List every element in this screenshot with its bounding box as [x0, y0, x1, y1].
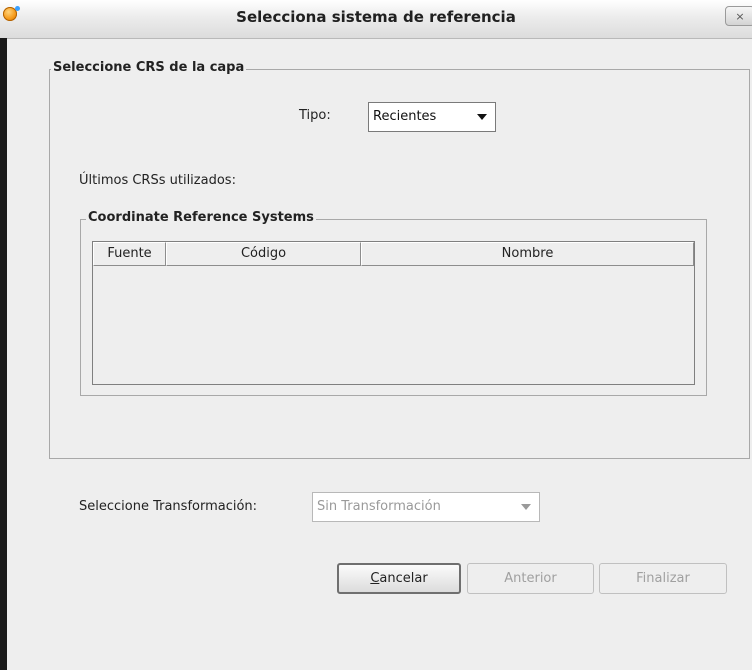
crs-table[interactable]: Fuente Código Nombre — [92, 241, 695, 385]
tipo-label: Tipo: — [299, 108, 331, 123]
transformation-dropdown-value: Sin Transformación — [317, 499, 441, 514]
finish-button[interactable]: Finalizar — [599, 563, 727, 594]
column-header-fuente[interactable]: Fuente — [93, 242, 166, 266]
transformation-dropdown[interactable]: Sin Transformación — [312, 492, 540, 522]
close-button[interactable]: × — [725, 6, 752, 26]
tipo-dropdown-value: Recientes — [373, 109, 437, 124]
chevron-down-icon — [521, 504, 531, 510]
cancel-button[interactable]: Cancelar — [337, 563, 461, 594]
transformation-label: Seleccione Transformación: — [79, 499, 258, 514]
window-title: Selecciona sistema de referencia — [236, 8, 516, 26]
crs-group-legend: Seleccione CRS de la capa — [51, 60, 247, 75]
recent-crs-label: Últimos CRSs utilizados: — [79, 173, 236, 188]
column-header-nombre[interactable]: Nombre — [361, 242, 694, 266]
chevron-down-icon — [477, 114, 487, 120]
tipo-dropdown[interactable]: Recientes — [368, 102, 496, 132]
crs-table-header: Fuente Código Nombre — [93, 242, 694, 266]
window-left-edge — [0, 38, 7, 670]
close-icon: × — [735, 10, 745, 23]
previous-button[interactable]: Anterior — [467, 563, 594, 594]
column-header-codigo[interactable]: Código — [166, 242, 361, 266]
title-bar: Selecciona sistema de referencia × — [0, 0, 752, 39]
crs-systems-group-legend: Coordinate Reference Systems — [86, 210, 316, 225]
